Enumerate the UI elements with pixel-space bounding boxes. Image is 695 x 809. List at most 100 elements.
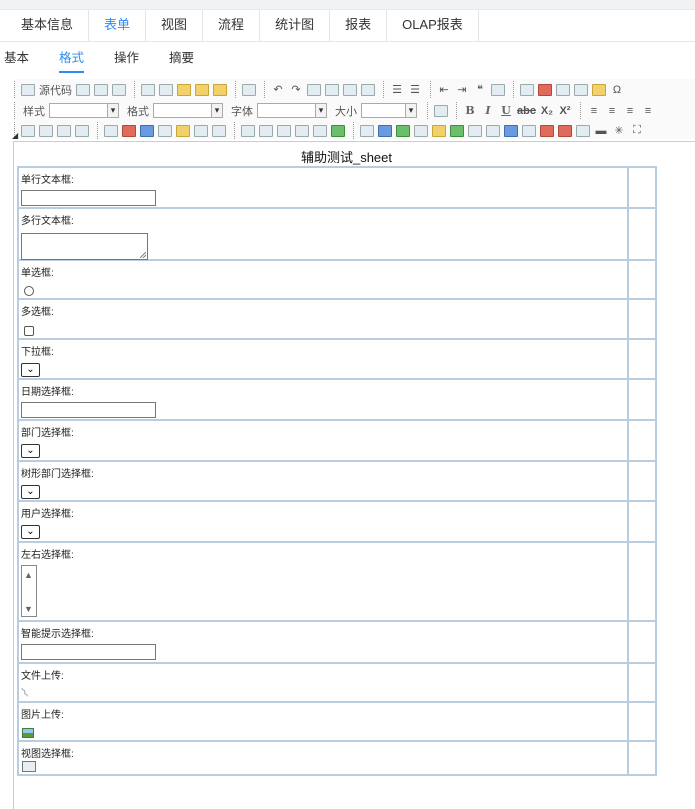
italic-button[interactable]: I [481,104,495,118]
blockquote-icon[interactable]: ❝ [473,83,487,97]
date-tool-icon[interactable] [277,124,291,137]
empty-cell[interactable] [629,664,655,701]
special-char-icon[interactable]: Ω [610,83,624,97]
textarea-input[interactable] [21,233,148,260]
subtable-tool-icon[interactable] [331,124,345,137]
toolbar-collapse-icon[interactable]: ◢ [12,131,18,140]
paste-word-icon[interactable] [213,83,227,96]
dept-tool-icon[interactable] [140,124,154,137]
spark-tool-icon[interactable]: ✳ [612,124,626,138]
empty-cell[interactable] [629,380,655,419]
subtab-summary[interactable]: 摘要 [169,43,194,73]
form-cell[interactable]: 图片上传: [19,703,629,740]
photo-tool-icon[interactable] [522,124,536,137]
bullet-list-icon[interactable]: ☰ [408,83,422,97]
tab-flow[interactable]: 流程 [203,10,261,41]
editor-area[interactable]: 辅助测试_sheet 单行文本框: 多行文本框: 单选框: 多选框: 下拉框: ⌄ 日期选… [13,141,695,809]
outdent-icon[interactable]: ⇤ [437,83,451,97]
find-icon[interactable] [307,83,321,96]
select-dropdown[interactable]: ⌄ [21,485,40,499]
show-blocks-icon[interactable] [434,104,448,117]
textfield-tool-icon[interactable] [57,124,71,137]
align-right-icon[interactable]: ≡ [623,104,637,118]
superscript-button[interactable]: X² [558,104,572,118]
spellcheck-icon[interactable] [242,83,256,96]
subtab-basic[interactable]: 基本 [4,43,29,73]
underline-button[interactable]: U [499,104,513,118]
color-tool-icon[interactable] [540,124,554,137]
line-tool-icon[interactable]: ▬ [594,124,608,138]
bank-tool-icon[interactable] [158,124,172,137]
form-cell[interactable]: 多行文本框: [19,209,629,260]
form-cell[interactable]: 下拉框: ⌄ [19,340,629,378]
select-tool-icon[interactable] [295,124,309,137]
empty-cell[interactable] [629,462,655,500]
form-cell[interactable]: 文件上传: ⌇ [18,664,629,701]
align-justify-icon[interactable]: ≡ [641,104,655,118]
save-icon[interactable] [76,83,90,96]
textarea-tool-icon[interactable] [75,124,89,137]
indent-icon[interactable]: ⇥ [455,83,469,97]
align-center-icon[interactable]: ≡ [605,104,619,118]
tab-report[interactable]: 报表 [330,10,388,41]
text-input[interactable] [21,402,156,418]
undo-icon[interactable]: ↶ [271,83,285,97]
image-icon[interactable] [520,83,534,96]
strike-button[interactable]: abc [517,104,536,118]
chart-tool-icon[interactable] [432,124,446,137]
empty-cell[interactable] [629,261,655,298]
subscript-button[interactable]: X₂ [540,104,554,118]
form-cell[interactable]: 单行文本框: [19,168,629,207]
picture-tool-icon[interactable] [396,124,410,137]
list-tool-icon[interactable] [212,124,226,137]
qrcode-tool-icon[interactable] [486,124,500,137]
text-input[interactable] [21,644,156,660]
subtab-format[interactable]: 格式 [59,43,85,73]
bold-button[interactable]: B [463,104,477,118]
table-icon[interactable] [556,83,570,96]
format-combo[interactable] [153,103,223,118]
paste-text-icon[interactable] [195,83,209,96]
redo-icon[interactable]: ↷ [289,83,303,97]
maximize-icon[interactable]: ⛶ [630,124,644,138]
form-cell[interactable]: 单选框: [19,261,629,298]
stop-tool-icon[interactable] [558,124,572,137]
align-left-icon[interactable]: ≡ [587,104,601,118]
select-dropdown[interactable]: ⌄ [21,444,40,458]
select-dropdown[interactable]: ⌄ [21,363,40,377]
view-select-icon[interactable] [22,761,36,772]
empty-cell[interactable] [629,340,655,378]
calc-tool-icon[interactable] [313,124,327,137]
button-tool-icon[interactable] [241,124,255,137]
form-cell[interactable]: 智能提示选择框: [19,622,629,662]
select-all-icon[interactable] [343,83,357,96]
form-cell[interactable]: 视图选择框: [19,742,629,774]
copy-icon[interactable] [159,83,173,96]
number-tool-icon[interactable] [576,124,590,137]
size-combo[interactable] [361,103,417,118]
horizontal-rule-icon[interactable] [574,83,588,96]
form-cell[interactable]: 日期选择框: [19,380,629,419]
form-cell[interactable]: 部门选择框: ⌄ [19,421,629,460]
radio-button[interactable] [24,286,34,296]
form-tool-icon[interactable] [104,124,118,137]
image-upload-icon[interactable] [22,728,34,738]
listbox[interactable]: ▲ ▼ [21,565,37,617]
radio-tool-icon[interactable] [39,124,53,137]
mic-tool-icon[interactable] [468,124,482,137]
scroll-up-icon[interactable]: ▲ [24,570,33,580]
tab-basic-info[interactable]: 基本信息 [6,10,90,41]
form-cell[interactable]: 用户选择框: ⌄ [19,502,629,541]
font-combo[interactable] [257,103,327,118]
empty-cell[interactable] [629,421,655,460]
empty-cell[interactable] [629,703,655,740]
paperclip-icon[interactable]: ⌇ [18,684,32,701]
camera-tool-icon[interactable] [414,124,428,137]
table-tool-icon[interactable] [122,124,136,137]
paste-icon[interactable] [177,83,191,96]
empty-cell[interactable] [629,502,655,541]
subtab-operation[interactable]: 操作 [114,43,139,73]
cube-tool-icon[interactable] [378,124,392,137]
remove-format-icon[interactable] [361,83,375,96]
empty-cell[interactable] [629,622,655,662]
